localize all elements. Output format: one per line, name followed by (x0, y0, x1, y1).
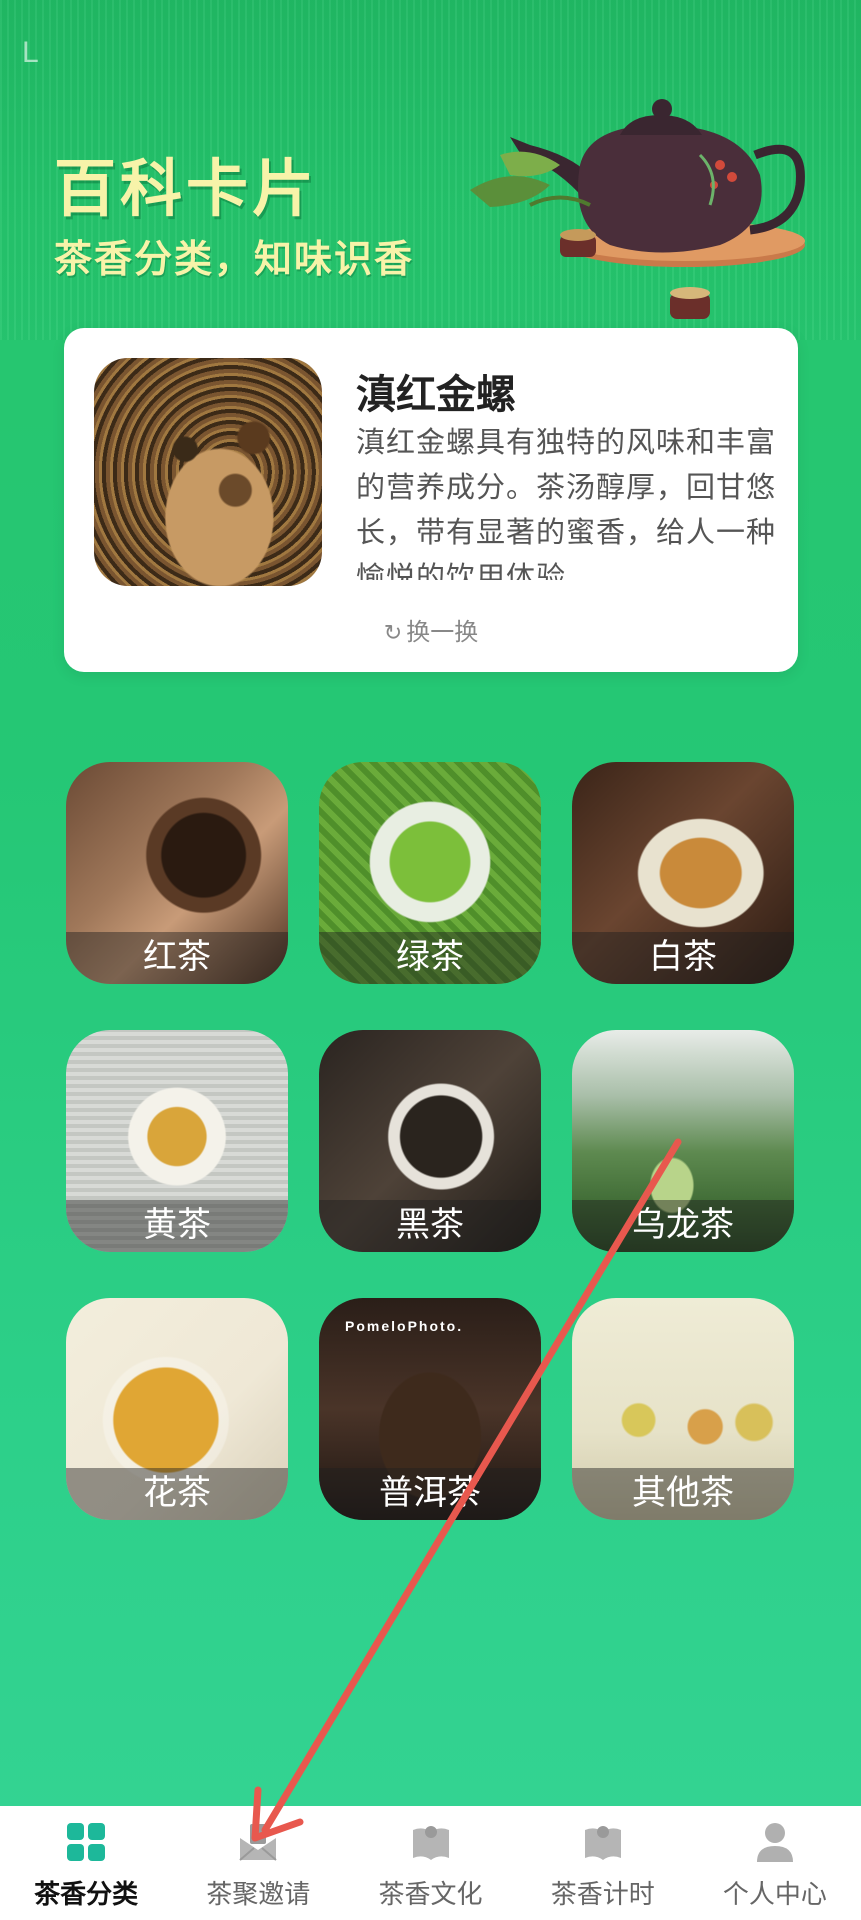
nav-tea-culture[interactable]: 茶香文化 (344, 1806, 516, 1920)
encyclopedia-card: 滇红金螺 滇红金螺具有独特的风味和丰富的营养成分。茶汤醇厚，回甘悠长，带有显著的… (64, 328, 798, 672)
nav-label: 茶香文化 (378, 1880, 483, 1910)
category-white-tea[interactable]: 白茶 (572, 762, 794, 984)
tile-label: 绿茶 (319, 932, 541, 984)
teapot-illustration (470, 99, 805, 319)
book-timer-icon (584, 1826, 621, 1860)
category-green-tea[interactable]: 绿茶 (319, 762, 541, 984)
tile-label: 乌龙茶 (572, 1200, 794, 1252)
tea-image (94, 358, 322, 586)
page-subtitle: 茶香分类，知味识香 (54, 237, 415, 281)
category-flower-tea[interactable]: 花茶 (66, 1298, 288, 1520)
nav-label: 茶聚邀请 (206, 1880, 311, 1910)
watermark: PomeloPhoto. (345, 1318, 464, 1334)
category-puer-tea[interactable]: PomeloPhoto. 普洱茶 (319, 1298, 541, 1520)
tea-category-grid: 红茶 绿茶 白茶 黄茶 黑茶 乌龙茶 花茶 PomeloPhoto. 普洱茶 其… (66, 762, 796, 1520)
status-bar-glyph: L (22, 36, 39, 69)
tile-label: 其他茶 (572, 1468, 794, 1520)
grid-icon (67, 1823, 106, 1861)
refresh-icon: ↻ (383, 621, 403, 646)
nav-label: 个人中心 (722, 1880, 827, 1910)
nav-label: 茶香分类 (34, 1880, 139, 1910)
book-icon (412, 1826, 449, 1860)
tile-label: 黑茶 (319, 1200, 541, 1252)
category-yellow-tea[interactable]: 黄茶 (66, 1030, 288, 1252)
envelope-icon (239, 1824, 277, 1861)
category-oolong-tea[interactable]: 乌龙茶 (572, 1030, 794, 1252)
app-screen: L 百科卡片 茶香分类，知味识香 滇红金螺 滇红金螺具有独特的风味和丰富的营养成… (0, 0, 861, 1920)
tile-label: 红茶 (66, 932, 288, 984)
page-title: 百科卡片 (54, 152, 319, 225)
card-description: 滇红金螺具有独特的风味和丰富的营养成分。茶汤醇厚，回甘悠长，带有显著的蜜香，给人… (356, 425, 776, 580)
category-dark-tea[interactable]: 黑茶 (319, 1030, 541, 1252)
nav-tea-timer[interactable]: 茶香计时 (517, 1806, 689, 1920)
person-icon (756, 1823, 793, 1862)
category-black-tea[interactable]: 红茶 (66, 762, 288, 984)
nav-tea-invitation[interactable]: 茶聚邀请 (172, 1806, 344, 1920)
tile-label: 黄茶 (66, 1200, 288, 1252)
card-title: 滇红金螺 (356, 372, 516, 418)
nav-label: 茶香计时 (550, 1880, 655, 1910)
refresh-label: 换一换 (406, 618, 479, 646)
nav-tea-categories[interactable]: 茶香分类 (0, 1806, 172, 1920)
tile-label: 普洱茶 (319, 1468, 541, 1520)
tile-label: 白茶 (572, 932, 794, 984)
tile-label: 花茶 (66, 1468, 288, 1520)
refresh-button[interactable]: ↻ 换一换 (64, 612, 798, 647)
bottom-navigation: 茶香分类 茶聚邀请 茶香文化 茶香计时 个人中心 (0, 1806, 861, 1920)
category-other-tea[interactable]: 其他茶 (572, 1298, 794, 1520)
nav-profile[interactable]: 个人中心 (689, 1806, 861, 1920)
